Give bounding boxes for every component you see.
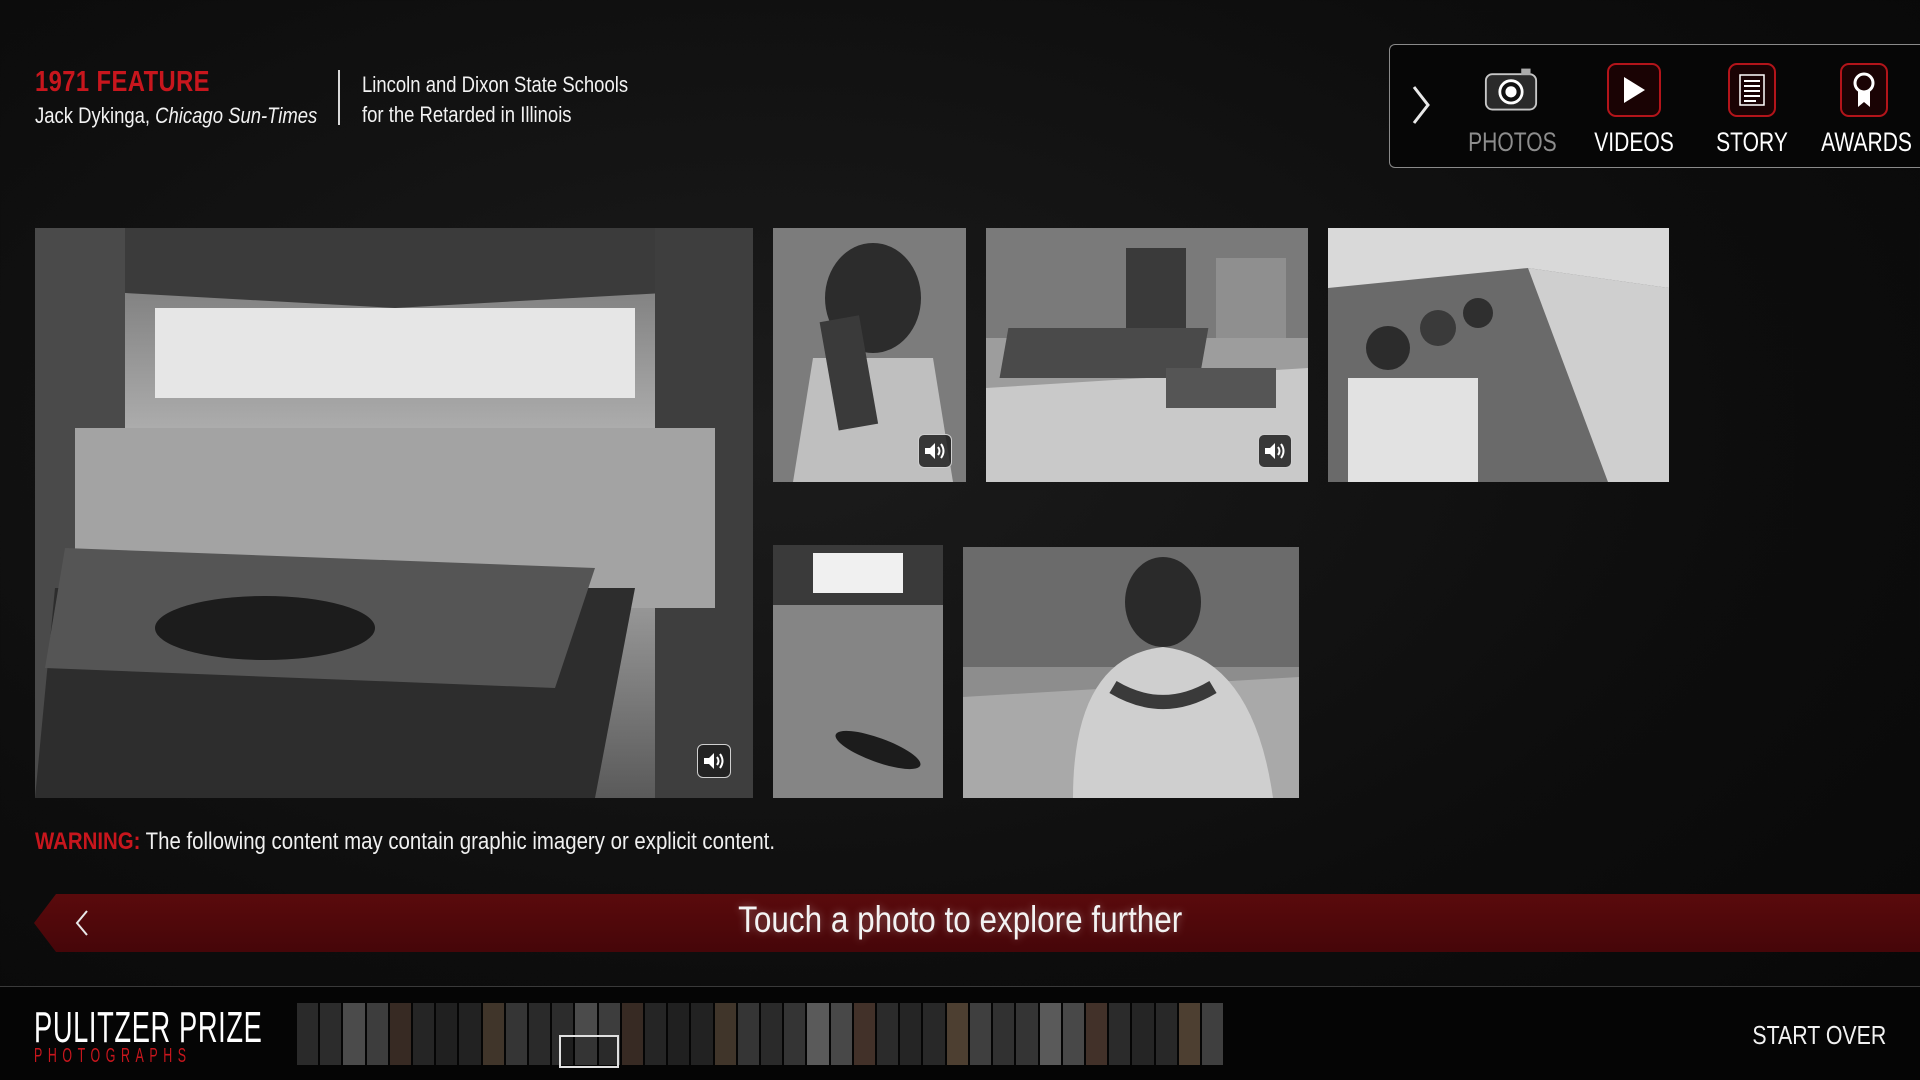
header-divider <box>338 70 340 125</box>
filmstrip-thumbnail[interactable] <box>297 1003 319 1065</box>
nav-tab-story[interactable]: STORY <box>1697 63 1807 158</box>
content-warning: WARNING: The following content may conta… <box>35 828 775 856</box>
audio-speaker-icon[interactable] <box>1258 434 1292 468</box>
section-nav-panel: PHOTOS VIDEOS STORY AWARDS <box>1389 44 1920 168</box>
nav-label-awards: AWARDS <box>1821 127 1912 157</box>
filmstrip-thumbnail[interactable] <box>714 1003 736 1065</box>
filmstrip-thumbnail[interactable] <box>877 1003 899 1065</box>
nav-tab-photos[interactable]: PHOTOS <box>1456 63 1566 158</box>
filmstrip-thumbnail[interactable] <box>529 1003 551 1065</box>
award-ribbon-icon <box>1840 63 1888 117</box>
filmstrip-thumbnail[interactable] <box>993 1003 1015 1065</box>
filmstrip-thumbnail[interactable] <box>1132 1003 1154 1065</box>
filmstrip-thumbnail[interactable] <box>320 1003 342 1065</box>
filmstrip-thumbnail[interactable] <box>343 1003 365 1065</box>
nav-label-story: STORY <box>1716 127 1788 157</box>
filmstrip-thumbnail[interactable] <box>969 1003 992 1065</box>
filmstrip-thumbnail[interactable] <box>505 1003 528 1065</box>
story-title-line-1: Lincoln and Dixon State Schools <box>362 72 629 97</box>
filmstrip-thumbnail[interactable] <box>1201 1003 1224 1065</box>
filmstrip-thumbnail[interactable] <box>1085 1003 1108 1065</box>
photo-tile-2[interactable] <box>773 228 966 482</box>
feature-year-title: 1971 FEATURE <box>35 66 210 98</box>
filmstrip-thumbnail[interactable] <box>436 1003 458 1065</box>
filmstrip-thumbnail[interactable] <box>900 1003 922 1065</box>
filmstrip-thumbnail[interactable] <box>830 1003 852 1065</box>
story-title: Lincoln and Dixon State Schools for the … <box>362 70 628 130</box>
filmstrip-position-indicator[interactable] <box>559 1035 619 1068</box>
audio-speaker-icon[interactable] <box>918 434 952 468</box>
warning-label: WARNING: <box>35 828 141 855</box>
photo-tile-6[interactable] <box>963 547 1299 798</box>
photo-tile-5[interactable] <box>773 545 943 798</box>
filmstrip-thumbnail[interactable] <box>761 1003 783 1065</box>
filmstrip-thumbnail[interactable] <box>1178 1003 1200 1065</box>
filmstrip-thumbnail[interactable] <box>807 1003 829 1065</box>
filmstrip-thumbnail[interactable] <box>853 1003 876 1065</box>
filmstrip-thumbnail[interactable] <box>645 1003 667 1065</box>
nav-tab-awards[interactable]: AWARDS <box>1809 63 1919 158</box>
feature-header: 1971 FEATURE Jack Dykinga, Chicago Sun-T… <box>35 66 335 129</box>
brand-logo-subtitle: PHOTOGRAPHS <box>34 1045 192 1067</box>
filmstrip-thumbnail[interactable] <box>459 1003 481 1065</box>
filmstrip-thumbnail[interactable] <box>366 1003 388 1065</box>
filmstrip-thumbnail[interactable] <box>389 1003 412 1065</box>
story-title-line-2: for the Retarded in Illinois <box>362 102 572 127</box>
photo-wheelchair-rows <box>1328 228 1669 482</box>
instruction-text: Touch a photo to explore further <box>0 899 1920 941</box>
photo-dormitory-cribs <box>35 228 753 798</box>
filmstrip-thumbnail[interactable] <box>1016 1003 1038 1065</box>
camera-icon <box>1484 63 1538 117</box>
warning-text: The following content may contain graphi… <box>145 828 776 855</box>
collapse-chevron-right-icon[interactable] <box>1406 83 1434 127</box>
photographer-credit: Jack Dykinga, Chicago Sun-Times <box>35 103 317 129</box>
nav-label-photos: PHOTOS <box>1468 127 1557 157</box>
filmstrip-thumbnail[interactable] <box>621 1003 644 1065</box>
filmstrip-thumbnail[interactable] <box>784 1003 806 1065</box>
filmstrip-thumbnail[interactable] <box>1062 1003 1084 1065</box>
publication-name: Chicago Sun-Times <box>155 103 318 128</box>
nav-label-videos: VIDEOS <box>1594 127 1674 157</box>
filmstrip-thumbnail[interactable] <box>413 1003 435 1065</box>
filmstrip-thumbnail[interactable] <box>923 1003 945 1065</box>
play-icon <box>1607 63 1661 117</box>
start-over-button[interactable]: START OVER <box>1752 1020 1886 1051</box>
filmstrip-thumbnail[interactable] <box>668 1003 690 1065</box>
photo-figure-on-floor <box>773 545 943 798</box>
instruction-text-label: Touch a photo to explore further <box>737 899 1183 940</box>
filmstrip-thumbnail[interactable] <box>737 1003 760 1065</box>
nav-tab-videos[interactable]: VIDEOS <box>1579 63 1689 158</box>
photo-tile-3[interactable] <box>986 228 1308 482</box>
photo-tile-1[interactable] <box>35 228 753 798</box>
filmstrip-thumbnail[interactable] <box>1155 1003 1177 1065</box>
filmstrip-thumbnail[interactable] <box>946 1003 968 1065</box>
filmstrip-thumbnail[interactable] <box>1039 1003 1061 1065</box>
audio-speaker-icon[interactable] <box>697 744 731 778</box>
photographer-name: Jack Dykinga, <box>35 103 151 128</box>
filmstrip-thumbnail[interactable] <box>691 1003 713 1065</box>
timeline-filmstrip[interactable] <box>297 1003 1224 1065</box>
document-icon <box>1728 63 1776 117</box>
photo-tile-4[interactable] <box>1328 228 1669 482</box>
filmstrip-thumbnail[interactable] <box>1109 1003 1131 1065</box>
filmstrip-thumbnail[interactable] <box>482 1003 504 1065</box>
photo-man-from-behind <box>963 547 1299 798</box>
